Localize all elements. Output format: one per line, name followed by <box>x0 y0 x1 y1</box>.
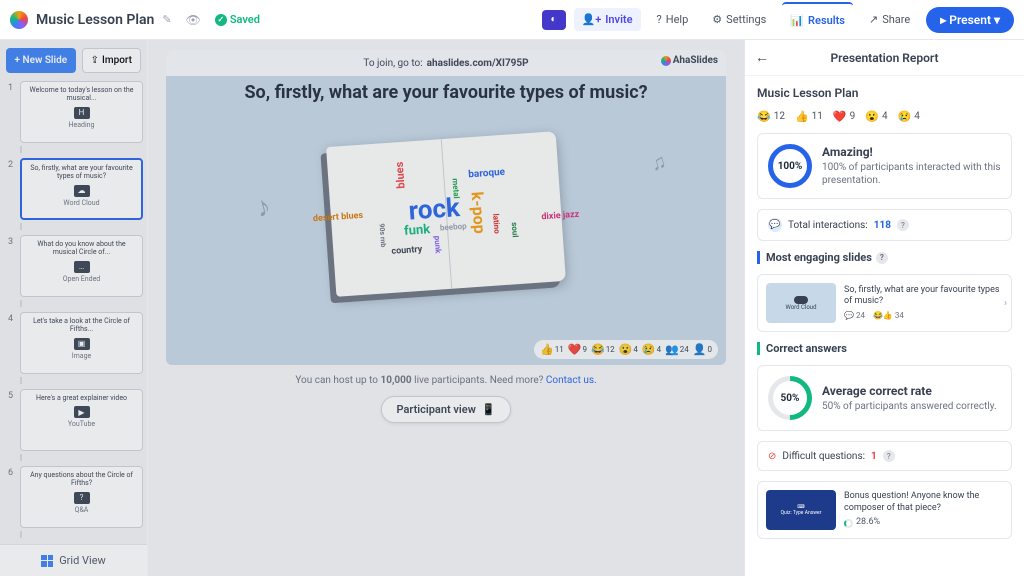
slide-number: 2 <box>8 158 16 170</box>
host-capacity-note: You can host up to 10,000 live participa… <box>295 375 596 386</box>
slide-number: 3 <box>8 235 16 247</box>
report-heading: Presentation Report <box>830 51 938 65</box>
edit-title-icon[interactable]: ✎ <box>162 13 171 26</box>
help-icon[interactable]: ? <box>897 219 909 231</box>
engaging-slides-heading: Most engaging slides? <box>757 251 1012 264</box>
music-note-icon: ♪ <box>252 189 274 224</box>
chevron-right-icon: › <box>1004 298 1007 309</box>
engagement-summary-card: 100% Amazing! 100% of participants inter… <box>757 133 1012 199</box>
share-button[interactable]: ↗Share <box>861 8 918 31</box>
help-icon[interactable]: ? <box>876 252 888 264</box>
settings-button[interactable]: ⚙Settings <box>704 8 774 31</box>
slide-number: 6 <box>8 466 16 478</box>
phone-icon: 📱 <box>482 403 496 416</box>
help-button[interactable]: ?Help <box>649 8 697 31</box>
slide-number: 4 <box>8 312 16 324</box>
present-button[interactable]: ▸ Present ▾ <box>926 7 1014 33</box>
report-panel: ← Presentation Report Music Lesson Plan … <box>744 40 1024 576</box>
report-title: Music Lesson Plan <box>757 86 1012 100</box>
slide-number: 5 <box>8 389 16 401</box>
progress-ring-icon <box>844 519 853 528</box>
app-logo <box>10 11 28 29</box>
engaging-thumbnail: Word Cloud <box>766 283 836 323</box>
saved-status: Saved <box>215 13 260 26</box>
slide-thumbnail[interactable]: So, firstly, what are your favourite typ… <box>20 158 143 220</box>
slide-thumbnail[interactable]: Welcome to today's lesson on the musical… <box>20 81 143 143</box>
slide-number: 1 <box>8 81 16 93</box>
join-instructions: To join, go to: ahaslides.com/XI795P Aha… <box>166 50 726 76</box>
difficult-thumbnail: ⌨Quiz: Type Answer <box>766 490 836 530</box>
book-illustration: rock k-pop funk blues baroque metal dese… <box>326 131 566 297</box>
slide-thumbnail[interactable]: Here's a great explainer video▶YouTube <box>20 389 143 451</box>
slide-reactions-bar[interactable]: 👍11 ❤️9 😂12 😮4 😢4 👥24 👤0 <box>534 340 718 359</box>
chat-icon: 💬 <box>768 218 782 232</box>
correct-rate-ring: 50% <box>759 367 821 429</box>
new-slide-button[interactable]: + New Slide <box>6 48 76 73</box>
invite-button[interactable]: 👤+Invite <box>574 8 641 31</box>
grid-view-button[interactable]: Grid View <box>0 544 147 576</box>
grid-icon <box>41 555 53 567</box>
presentation-title[interactable]: Music Lesson Plan <box>36 12 154 28</box>
report-reactions: 😂12 👍11 ❤️9 😮4 😢4 <box>757 110 1012 123</box>
theme-icon[interactable]: ◐ <box>542 10 566 30</box>
import-button[interactable]: ⇪Import <box>82 48 141 73</box>
difficult-question-card[interactable]: ⌨Quiz: Type Answer Bonus question! Anyon… <box>757 481 1012 539</box>
results-tab[interactable]: 📊Results <box>782 2 853 37</box>
visibility-icon[interactable]: 👁 <box>186 13 201 27</box>
engagement-ring: 100% <box>768 144 812 188</box>
brand-logo: AhaSlides <box>661 55 718 66</box>
participant-view-button[interactable]: Participant view📱 <box>381 396 510 423</box>
engaging-slide-card[interactable]: Word Cloud So, firstly, what are your fa… <box>757 274 1012 332</box>
help-icon[interactable]: ? <box>883 450 895 462</box>
editor-canvas: To join, go to: ahaslides.com/XI795P Aha… <box>148 40 744 576</box>
word-cloud: rock k-pop funk blues baroque metal dese… <box>326 131 566 297</box>
difficult-questions-count: ⊘ Difficult questions: 1 ? <box>757 441 1012 471</box>
slide-panel: + New Slide ⇪Import 1 Welcome to today's… <box>0 40 148 576</box>
correct-answers-heading: Correct answers <box>757 342 1012 355</box>
warning-icon: ⊘ <box>768 451 776 462</box>
contact-us-link[interactable]: Contact us. <box>546 375 597 386</box>
slide-thumbnail[interactable]: What do you know about the musical Circl… <box>20 235 143 297</box>
slide-question: So, firstly, what are your favourite typ… <box>166 82 726 103</box>
slide-thumbnail[interactable]: Any questions about the Circle of Fifths… <box>20 466 143 528</box>
slide-preview[interactable]: To join, go to: ahaslides.com/XI795P Aha… <box>166 50 726 365</box>
back-arrow-icon[interactable]: ← <box>755 49 769 66</box>
total-interactions: 💬 Total interactions: 118 ? <box>757 209 1012 241</box>
correct-rate-card: 50% Average correct rate 50% of particip… <box>757 365 1012 431</box>
slide-thumbnail[interactable]: Let's take a look at the Circle of Fifth… <box>20 312 143 374</box>
music-note-icon: ♫ <box>648 148 669 176</box>
